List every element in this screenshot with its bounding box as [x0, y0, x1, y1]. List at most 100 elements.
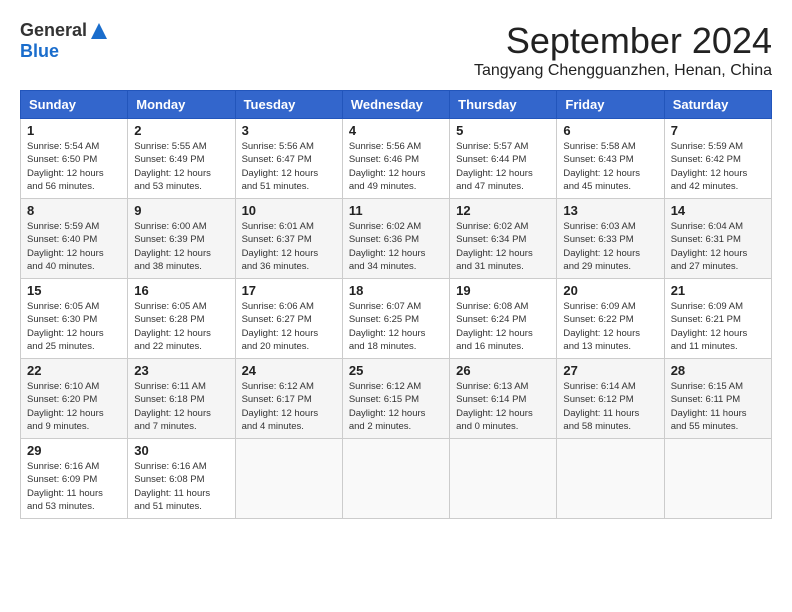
day-number: 24 [242, 363, 336, 378]
day-number: 3 [242, 123, 336, 138]
calendar-week-row: 22 Sunrise: 6:10 AM Sunset: 6:20 PM Dayl… [21, 359, 772, 439]
day-info: Sunrise: 5:54 AM Sunset: 6:50 PM Dayligh… [27, 140, 121, 193]
day-info: Sunrise: 6:16 AM Sunset: 6:08 PM Dayligh… [134, 460, 228, 513]
day-info: Sunrise: 6:02 AM Sunset: 6:36 PM Dayligh… [349, 220, 443, 273]
day-info: Sunrise: 6:03 AM Sunset: 6:33 PM Dayligh… [563, 220, 657, 273]
calendar-week-row: 29 Sunrise: 6:16 AM Sunset: 6:09 PM Dayl… [21, 439, 772, 519]
day-info: Sunrise: 6:15 AM Sunset: 6:11 PM Dayligh… [671, 380, 765, 433]
day-info: Sunrise: 6:09 AM Sunset: 6:21 PM Dayligh… [671, 300, 765, 353]
day-info: Sunrise: 6:00 AM Sunset: 6:39 PM Dayligh… [134, 220, 228, 273]
calendar-cell: 25 Sunrise: 6:12 AM Sunset: 6:15 PM Dayl… [342, 359, 449, 439]
day-number: 5 [456, 123, 550, 138]
day-number: 13 [563, 203, 657, 218]
calendar-header-sunday: Sunday [21, 91, 128, 119]
logo-icon [89, 21, 109, 41]
day-number: 14 [671, 203, 765, 218]
day-info: Sunrise: 6:09 AM Sunset: 6:22 PM Dayligh… [563, 300, 657, 353]
calendar-header-tuesday: Tuesday [235, 91, 342, 119]
calendar-cell: 24 Sunrise: 6:12 AM Sunset: 6:17 PM Dayl… [235, 359, 342, 439]
day-info: Sunrise: 6:12 AM Sunset: 6:17 PM Dayligh… [242, 380, 336, 433]
calendar-cell: 5 Sunrise: 5:57 AM Sunset: 6:44 PM Dayli… [450, 119, 557, 199]
calendar-cell: 7 Sunrise: 5:59 AM Sunset: 6:42 PM Dayli… [664, 119, 771, 199]
day-number: 10 [242, 203, 336, 218]
calendar-cell: 10 Sunrise: 6:01 AM Sunset: 6:37 PM Dayl… [235, 199, 342, 279]
calendar-header-thursday: Thursday [450, 91, 557, 119]
day-info: Sunrise: 5:58 AM Sunset: 6:43 PM Dayligh… [563, 140, 657, 193]
calendar-cell: 3 Sunrise: 5:56 AM Sunset: 6:47 PM Dayli… [235, 119, 342, 199]
day-number: 21 [671, 283, 765, 298]
day-info: Sunrise: 6:04 AM Sunset: 6:31 PM Dayligh… [671, 220, 765, 273]
logo-general: General [20, 20, 87, 41]
calendar-cell: 8 Sunrise: 5:59 AM Sunset: 6:40 PM Dayli… [21, 199, 128, 279]
calendar-cell: 30 Sunrise: 6:16 AM Sunset: 6:08 PM Dayl… [128, 439, 235, 519]
calendar-cell: 1 Sunrise: 5:54 AM Sunset: 6:50 PM Dayli… [21, 119, 128, 199]
calendar-cell: 26 Sunrise: 6:13 AM Sunset: 6:14 PM Dayl… [450, 359, 557, 439]
day-number: 27 [563, 363, 657, 378]
calendar-cell: 29 Sunrise: 6:16 AM Sunset: 6:09 PM Dayl… [21, 439, 128, 519]
day-number: 7 [671, 123, 765, 138]
calendar-header-friday: Friday [557, 91, 664, 119]
day-info: Sunrise: 5:56 AM Sunset: 6:47 PM Dayligh… [242, 140, 336, 193]
logo-blue: Blue [20, 41, 59, 62]
calendar-cell: 11 Sunrise: 6:02 AM Sunset: 6:36 PM Dayl… [342, 199, 449, 279]
day-info: Sunrise: 5:59 AM Sunset: 6:40 PM Dayligh… [27, 220, 121, 273]
calendar-cell: 20 Sunrise: 6:09 AM Sunset: 6:22 PM Dayl… [557, 279, 664, 359]
title-section: September 2024 Tangyang Chengguanzhen, H… [474, 20, 772, 80]
calendar-cell: 18 Sunrise: 6:07 AM Sunset: 6:25 PM Dayl… [342, 279, 449, 359]
calendar-header-saturday: Saturday [664, 91, 771, 119]
day-number: 18 [349, 283, 443, 298]
day-number: 17 [242, 283, 336, 298]
calendar-cell: 14 Sunrise: 6:04 AM Sunset: 6:31 PM Dayl… [664, 199, 771, 279]
day-number: 20 [563, 283, 657, 298]
day-number: 2 [134, 123, 228, 138]
day-info: Sunrise: 6:16 AM Sunset: 6:09 PM Dayligh… [27, 460, 121, 513]
calendar-cell: 2 Sunrise: 5:55 AM Sunset: 6:49 PM Dayli… [128, 119, 235, 199]
logo: General Blue [20, 20, 109, 62]
calendar-cell: 19 Sunrise: 6:08 AM Sunset: 6:24 PM Dayl… [450, 279, 557, 359]
calendar-cell: 27 Sunrise: 6:14 AM Sunset: 6:12 PM Dayl… [557, 359, 664, 439]
day-info: Sunrise: 6:14 AM Sunset: 6:12 PM Dayligh… [563, 380, 657, 433]
day-number: 29 [27, 443, 121, 458]
calendar-cell: 4 Sunrise: 5:56 AM Sunset: 6:46 PM Dayli… [342, 119, 449, 199]
day-number: 1 [27, 123, 121, 138]
day-number: 8 [27, 203, 121, 218]
calendar-header-row: SundayMondayTuesdayWednesdayThursdayFrid… [21, 91, 772, 119]
day-number: 28 [671, 363, 765, 378]
day-info: Sunrise: 6:06 AM Sunset: 6:27 PM Dayligh… [242, 300, 336, 353]
day-info: Sunrise: 6:10 AM Sunset: 6:20 PM Dayligh… [27, 380, 121, 433]
day-number: 16 [134, 283, 228, 298]
day-info: Sunrise: 5:56 AM Sunset: 6:46 PM Dayligh… [349, 140, 443, 193]
calendar-cell: 17 Sunrise: 6:06 AM Sunset: 6:27 PM Dayl… [235, 279, 342, 359]
calendar-cell: 22 Sunrise: 6:10 AM Sunset: 6:20 PM Dayl… [21, 359, 128, 439]
calendar-week-row: 15 Sunrise: 6:05 AM Sunset: 6:30 PM Dayl… [21, 279, 772, 359]
calendar-week-row: 1 Sunrise: 5:54 AM Sunset: 6:50 PM Dayli… [21, 119, 772, 199]
calendar-cell: 21 Sunrise: 6:09 AM Sunset: 6:21 PM Dayl… [664, 279, 771, 359]
day-info: Sunrise: 6:07 AM Sunset: 6:25 PM Dayligh… [349, 300, 443, 353]
calendar-cell [664, 439, 771, 519]
day-number: 12 [456, 203, 550, 218]
day-info: Sunrise: 5:57 AM Sunset: 6:44 PM Dayligh… [456, 140, 550, 193]
calendar-cell: 13 Sunrise: 6:03 AM Sunset: 6:33 PM Dayl… [557, 199, 664, 279]
calendar-table: SundayMondayTuesdayWednesdayThursdayFrid… [20, 90, 772, 519]
calendar-cell [235, 439, 342, 519]
day-number: 22 [27, 363, 121, 378]
calendar-cell [557, 439, 664, 519]
day-info: Sunrise: 6:11 AM Sunset: 6:18 PM Dayligh… [134, 380, 228, 433]
day-number: 11 [349, 203, 443, 218]
calendar-week-row: 8 Sunrise: 5:59 AM Sunset: 6:40 PM Dayli… [21, 199, 772, 279]
calendar-cell: 16 Sunrise: 6:05 AM Sunset: 6:28 PM Dayl… [128, 279, 235, 359]
day-info: Sunrise: 6:02 AM Sunset: 6:34 PM Dayligh… [456, 220, 550, 273]
calendar-cell: 23 Sunrise: 6:11 AM Sunset: 6:18 PM Dayl… [128, 359, 235, 439]
day-number: 25 [349, 363, 443, 378]
day-info: Sunrise: 6:01 AM Sunset: 6:37 PM Dayligh… [242, 220, 336, 273]
calendar-cell: 12 Sunrise: 6:02 AM Sunset: 6:34 PM Dayl… [450, 199, 557, 279]
day-number: 26 [456, 363, 550, 378]
calendar-cell: 6 Sunrise: 5:58 AM Sunset: 6:43 PM Dayli… [557, 119, 664, 199]
day-number: 4 [349, 123, 443, 138]
calendar-cell: 28 Sunrise: 6:15 AM Sunset: 6:11 PM Dayl… [664, 359, 771, 439]
location-title: Tangyang Chengguanzhen, Henan, China [474, 62, 772, 80]
day-number: 6 [563, 123, 657, 138]
day-info: Sunrise: 5:55 AM Sunset: 6:49 PM Dayligh… [134, 140, 228, 193]
calendar-cell [450, 439, 557, 519]
day-info: Sunrise: 6:05 AM Sunset: 6:28 PM Dayligh… [134, 300, 228, 353]
